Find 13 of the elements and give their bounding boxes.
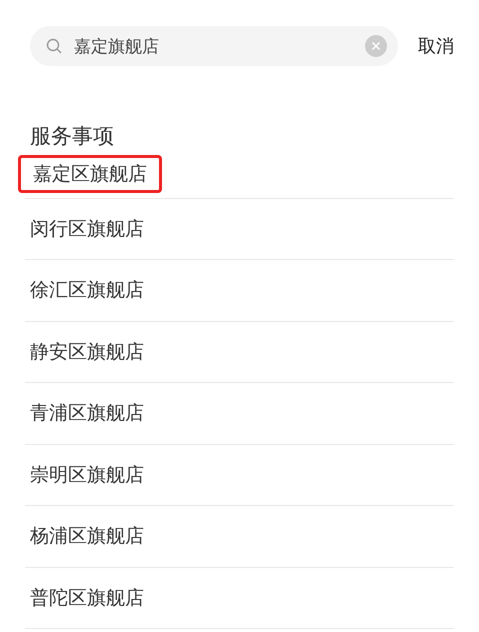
store-item[interactable]: 闵行区旗舰店 xyxy=(30,214,144,243)
cancel-button[interactable]: 取消 xyxy=(418,32,454,60)
store-item[interactable]: 崇明区旗舰店 xyxy=(30,460,144,489)
store-item[interactable]: 静安区旗舰店 xyxy=(30,338,144,366)
store-item[interactable]: 普陀区旗舰店 xyxy=(30,584,144,612)
store-item[interactable]: 杨浦区旗舰店 xyxy=(30,522,144,550)
section-title: 服务事项 xyxy=(30,123,114,150)
store-item[interactable]: 嘉定区旗舰店 xyxy=(18,154,162,193)
store-item[interactable]: 青浦区旗舰店 xyxy=(30,399,144,428)
search-field[interactable]: 嘉定旗舰店 xyxy=(30,26,398,66)
search-icon xyxy=(46,38,62,54)
clear-icon[interactable] xyxy=(365,35,387,57)
store-item[interactable]: 徐汇区旗舰店 xyxy=(30,276,144,304)
